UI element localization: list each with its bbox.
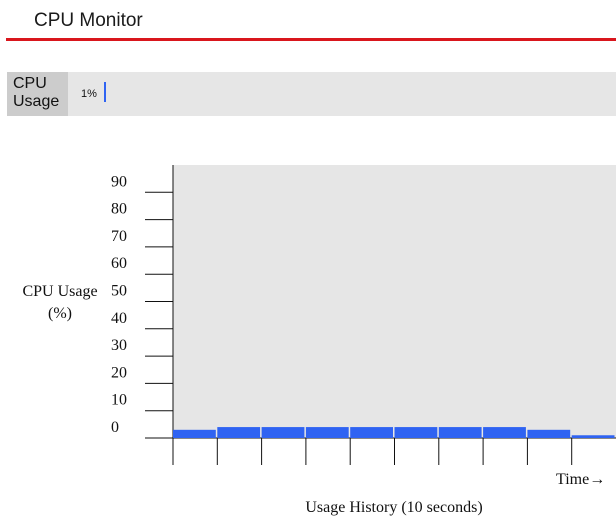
usage-bar-8 xyxy=(483,427,526,438)
usage-bar-10 xyxy=(571,435,615,438)
usage-history-chart: 0 10 20 30 40 50 60 70 80 90 Time→ Usage History … xyxy=(111,165,616,516)
y-axis-ticks: 0 10 20 30 40 50 60 70 80 90 xyxy=(111,173,173,439)
usage-bar-7 xyxy=(438,427,482,438)
y-tick-label: 80 xyxy=(111,201,127,218)
y-tick-label: 30 xyxy=(111,337,127,354)
usage-bar-5 xyxy=(350,427,393,438)
usage-bar-6 xyxy=(394,427,438,438)
y-tick-label: 10 xyxy=(111,392,127,409)
usage-bar-4 xyxy=(305,427,349,438)
usage-bar-2 xyxy=(217,427,261,438)
time-axis-label: Time→ xyxy=(556,471,605,488)
y-tick-label: 60 xyxy=(111,255,127,272)
x-axis-ticks xyxy=(172,438,573,465)
y-tick-label: 90 xyxy=(111,173,127,190)
usage-bar-9 xyxy=(527,429,571,438)
usage-bar-1 xyxy=(173,429,216,438)
y-tick-label: 70 xyxy=(111,228,127,245)
plot-background xyxy=(173,165,616,438)
y-tick-label: 20 xyxy=(111,364,127,381)
usage-bar-3 xyxy=(261,427,305,438)
y-tick-label: 0 xyxy=(111,419,119,436)
y-tick-label: 50 xyxy=(111,283,127,300)
y-tick-label: 40 xyxy=(111,310,127,327)
x-axis-title: Usage History (10 seconds) xyxy=(305,499,482,516)
